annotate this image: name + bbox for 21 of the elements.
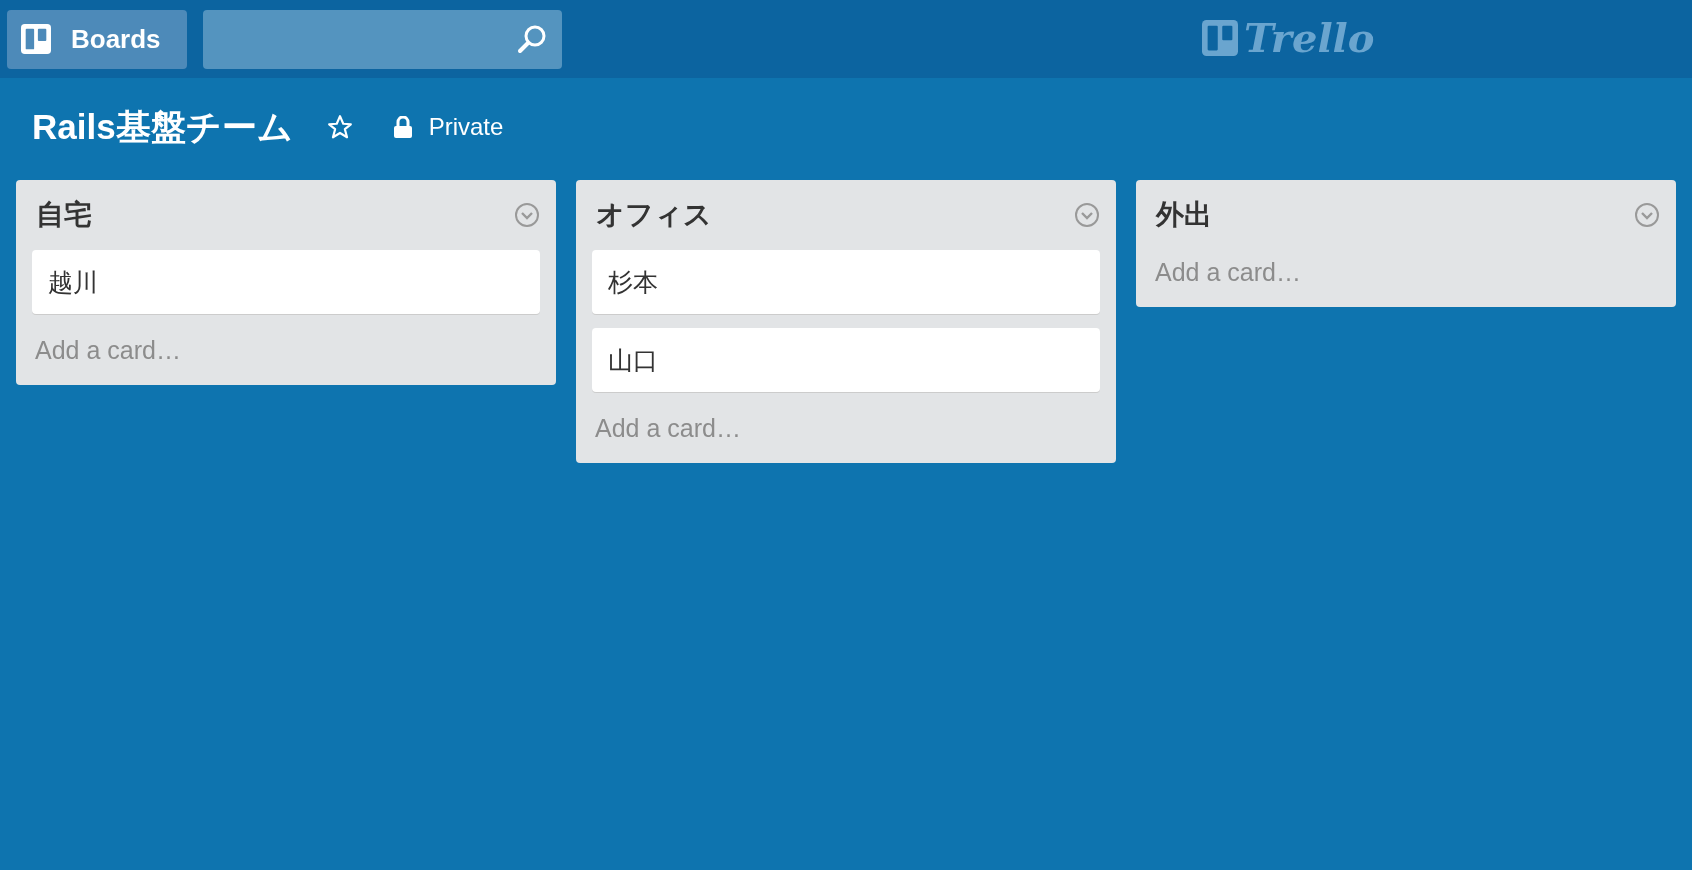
chevron-circle-icon[interactable] (514, 202, 540, 228)
list-title: オフィス (595, 198, 712, 232)
logo: Trello (1202, 14, 1375, 61)
board-title: Rails基盤チーム (32, 105, 293, 148)
boards-button[interactable]: Boards (7, 9, 187, 69)
card[interactable]: 杉本 (592, 250, 1100, 314)
card[interactable]: 越川 (32, 250, 540, 314)
chevron-circle-icon[interactable] (1074, 202, 1100, 228)
lock-icon (392, 116, 413, 138)
chevron-circle-icon[interactable] (1634, 202, 1660, 228)
list-title: 自宅 (35, 198, 92, 232)
logo-icon (1202, 19, 1238, 56)
add-card-button[interactable]: Add a card… (592, 406, 744, 451)
board-icon (21, 24, 51, 54)
visibility-button[interactable]: Private (386, 112, 510, 142)
search-icon (516, 23, 548, 55)
list-title: 外出 (1154, 198, 1212, 232)
search-field[interactable] (203, 9, 562, 69)
card[interactable]: 山口 (592, 328, 1100, 392)
add-card-button[interactable]: Add a card… (1152, 250, 1304, 295)
add-card-button[interactable]: Add a card… (32, 328, 184, 373)
